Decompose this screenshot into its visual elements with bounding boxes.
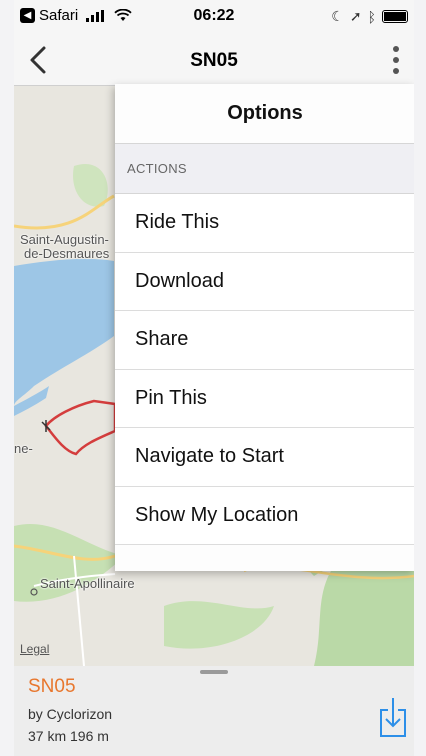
bluetooth-icon: ᛒ xyxy=(367,8,376,25)
menu-item-ride-this[interactable]: Ride This xyxy=(115,194,414,253)
nav-bar: SN05 xyxy=(14,36,414,86)
status-bar: ◀ Safari 06:22 ☾ ➚ ᛒ xyxy=(14,0,414,34)
top-bar: ◀ Safari 06:22 ☾ ➚ ᛒ SN05 xyxy=(14,0,414,86)
map-label-saint-augustin: Saint-Augustin- xyxy=(20,232,109,247)
menu-item-pin-this[interactable]: Pin This xyxy=(115,369,414,428)
legal-link[interactable]: Legal xyxy=(20,642,49,656)
menu-item-download[interactable]: Download xyxy=(115,252,414,311)
drag-handle[interactable] xyxy=(200,670,228,674)
options-title: Options xyxy=(115,84,414,144)
options-menu: Options ACTIONS Ride This Download Share… xyxy=(115,84,414,571)
actions-section-header: ACTIONS xyxy=(115,144,414,194)
map-label-de-desmaures: de-Desmaures xyxy=(24,246,110,261)
route-author: by Cyclorizon xyxy=(28,706,113,722)
location-arrow-icon: ➚ xyxy=(349,8,362,24)
phone-screen: Saint-Augustin- de-Desmaures ne- Saint-A… xyxy=(14,0,414,756)
page-margin-right xyxy=(414,0,426,756)
moon-icon: ☾ xyxy=(331,8,344,24)
map-label-saint-apollinaire: Saint-Apollinaire xyxy=(40,576,135,591)
menu-item-navigate-to-start[interactable]: Navigate to Start xyxy=(115,428,414,487)
route-name: SN05 xyxy=(28,676,76,697)
page-margin-left xyxy=(0,0,14,756)
route-distance: 37 km 196 m xyxy=(28,728,109,744)
route-card[interactable]: SN05 by Cyclorizon 37 km 196 m xyxy=(14,666,414,756)
download-icon[interactable] xyxy=(378,696,408,738)
map-label-partial: ne- xyxy=(14,441,33,456)
menu-item-share[interactable]: Share xyxy=(115,311,414,370)
more-options-icon[interactable] xyxy=(384,42,408,78)
page-title: SN05 xyxy=(190,50,238,71)
menu-item-show-my-location[interactable]: Show My Location xyxy=(115,486,414,545)
battery-icon xyxy=(382,10,408,23)
